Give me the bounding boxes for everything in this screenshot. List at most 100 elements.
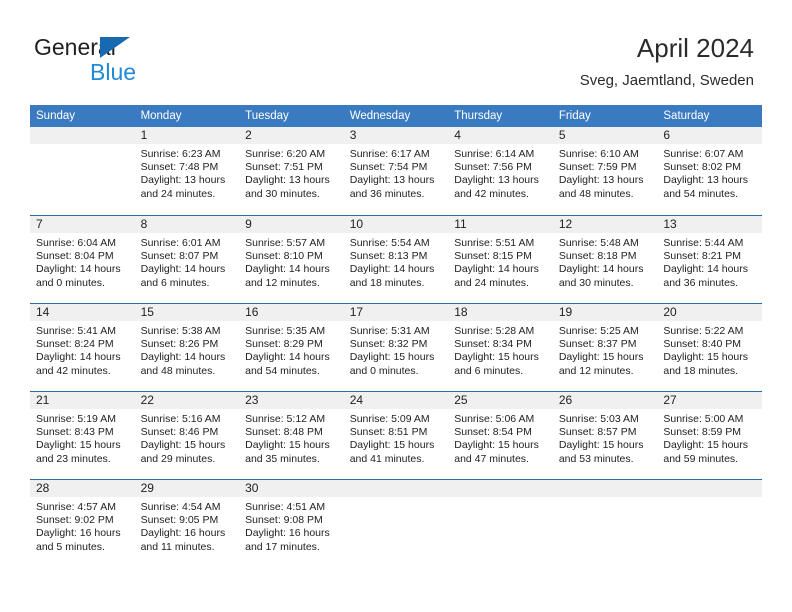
day-number: 22 [134,392,240,409]
calendar-day-cell[interactable]: 6 Sunrise: 6:07 AM Sunset: 8:02 PM Daylight… [657,127,762,215]
daylight-text: Daylight: 15 hours and 29 minutes. [140,439,226,465]
title-block: April 2024 Sveg, Jaemtland, Sweden [580,32,754,91]
daylight-text: Daylight: 15 hours and 18 minutes. [663,351,749,377]
calendar-day-cell[interactable]: 10 Sunrise: 5:54 AM Sunset: 8:13 PM Dayligh… [343,215,449,303]
day-cell-inner: 27 Sunrise: 5:00 AM Sunset: 8:59 PM Dayligh… [657,391,762,479]
calendar-day-cell[interactable]: 25 Sunrise: 5:06 AM Sunset: 8:54 PM Dayligh… [448,391,553,479]
day-details: Sunrise: 5:57 AM Sunset: 8:10 PM Daylight:… [239,233,344,290]
calendar-day-cell[interactable]: 1 Sunrise: 6:23 AM Sunset: 7:48 PM Daylight… [134,127,240,215]
day-details: Sunrise: 5:16 AM Sunset: 8:46 PM Daylight:… [135,409,240,466]
sunrise-text: Sunrise: 5:35 AM [245,325,326,337]
calendar-day-cell[interactable]: 28 Sunrise: 4:57 AM Sunset: 9:02 PM Dayligh… [30,479,135,567]
calendar-day-cell[interactable]: 16 Sunrise: 5:35 AM Sunset: 8:29 PM Dayligh… [239,303,344,391]
day-number: 16 [239,304,344,321]
calendar-day-cell[interactable]: 23 Sunrise: 5:12 AM Sunset: 8:48 PM Dayligh… [239,391,344,479]
daylight-text: Daylight: 15 hours and 59 minutes. [663,439,749,465]
day-number: 21 [30,392,135,409]
calendar-day-cell-empty [552,479,658,567]
sunset-text: Sunset: 8:32 PM [349,338,428,351]
calendar-day-cell[interactable]: 11 Sunrise: 5:51 AM Sunset: 8:15 PM Dayligh… [448,215,553,303]
day-number: 10 [343,216,449,233]
day-cell-inner: 3 Sunrise: 6:17 AM Sunset: 7:54 PM Daylight… [343,127,449,215]
sunset-text: Sunset: 8:10 PM [245,250,323,263]
daylight-text: Daylight: 16 hours and 5 minutes. [36,527,121,553]
daylight-text: Daylight: 14 hours and 48 minutes. [140,351,226,377]
day-cell-inner: 2 Sunrise: 6:20 AM Sunset: 7:51 PM Daylight… [239,127,344,215]
calendar-day-cell[interactable]: 8 Sunrise: 6:01 AM Sunset: 8:07 PM Daylight… [134,215,240,303]
calendar-day-cell[interactable]: 22 Sunrise: 5:16 AM Sunset: 8:46 PM Dayligh… [134,391,240,479]
daylight-text: Daylight: 13 hours and 36 minutes. [349,174,435,200]
sunrise-text: Sunrise: 4:54 AM [140,501,221,513]
day-cell-inner [448,479,553,567]
calendar-day-cell[interactable]: 13 Sunrise: 5:44 AM Sunset: 8:21 PM Dayligh… [657,215,762,303]
day-cell-inner: 17 Sunrise: 5:31 AM Sunset: 8:32 PM Dayligh… [343,303,449,391]
calendar-day-cell[interactable]: 12 Sunrise: 5:48 AM Sunset: 8:18 PM Dayligh… [552,215,658,303]
calendar-day-cell[interactable]: 2 Sunrise: 6:20 AM Sunset: 7:51 PM Daylight… [239,127,344,215]
day-cell-inner: 12 Sunrise: 5:48 AM Sunset: 8:18 PM Dayligh… [552,215,658,303]
weekday-header-sunday: Sunday [30,105,135,127]
calendar-day-cell[interactable]: 18 Sunrise: 5:28 AM Sunset: 8:34 PM Dayligh… [448,303,553,391]
day-number: 30 [239,480,344,497]
sunset-text: Sunset: 8:02 PM [663,161,742,174]
day-number: 3 [343,127,449,144]
calendar-day-cell[interactable]: 24 Sunrise: 5:09 AM Sunset: 8:51 PM Dayligh… [343,391,449,479]
sunrise-text: Sunrise: 6:20 AM [245,148,326,160]
day-details: Sunrise: 5:44 AM Sunset: 8:21 PM Daylight:… [657,233,762,290]
calendar-day-cell[interactable]: 4 Sunrise: 6:14 AM Sunset: 7:56 PM Daylight… [448,127,553,215]
calendar-day-cell[interactable]: 9 Sunrise: 5:57 AM Sunset: 8:10 PM Daylight… [239,215,344,303]
day-number: 2 [239,127,344,144]
day-cell-inner: 22 Sunrise: 5:16 AM Sunset: 8:46 PM Dayligh… [134,391,240,479]
generalblue-logo[interactable]: General Blue [34,34,214,86]
sunset-text: Sunset: 7:48 PM [140,161,219,174]
daylight-text: Daylight: 14 hours and 30 minutes. [558,263,644,289]
calendar-day-cell[interactable]: 26 Sunrise: 5:03 AM Sunset: 8:57 PM Dayligh… [552,391,658,479]
day-number: 28 [30,480,135,497]
calendar-day-cell[interactable]: 27 Sunrise: 5:00 AM Sunset: 8:59 PM Dayligh… [657,391,762,479]
calendar-day-cell[interactable]: 7 Sunrise: 6:04 AM Sunset: 8:04 PM Daylight… [30,215,135,303]
sunset-text: Sunset: 8:18 PM [558,250,637,263]
calendar-day-cell[interactable]: 3 Sunrise: 6:17 AM Sunset: 7:54 PM Daylight… [343,127,449,215]
day-cell-inner: 26 Sunrise: 5:03 AM Sunset: 8:57 PM Dayligh… [552,391,658,479]
day-details: Sunrise: 5:35 AM Sunset: 8:29 PM Daylight:… [239,321,344,378]
calendar-grid: Sunday Monday Tuesday Wednesday Thursday Frid… [30,105,762,567]
calendar-day-cell[interactable]: 21 Sunrise: 5:19 AM Sunset: 8:43 PM Dayligh… [30,391,135,479]
logo-top-row: General [34,34,214,60]
sunrise-text: Sunrise: 4:51 AM [245,501,326,513]
day-number: 23 [239,392,344,409]
sunset-text: Sunset: 8:48 PM [245,426,323,439]
calendar-day-cell[interactable]: 17 Sunrise: 5:31 AM Sunset: 8:32 PM Dayligh… [343,303,449,391]
day-cell-inner: 25 Sunrise: 5:06 AM Sunset: 8:54 PM Dayligh… [448,391,553,479]
sunset-text: Sunset: 9:05 PM [140,514,219,527]
sunset-text: Sunset: 7:54 PM [349,161,428,174]
calendar-day-cell[interactable]: 29 Sunrise: 4:54 AM Sunset: 9:05 PM Dayligh… [134,479,240,567]
sunset-text: Sunset: 8:04 PM [36,250,114,263]
sunset-text: Sunset: 9:02 PM [36,514,114,527]
sunset-text: Sunset: 8:46 PM [140,426,219,439]
day-cell-inner: 20 Sunrise: 5:22 AM Sunset: 8:40 PM Dayligh… [657,303,762,391]
day-details: Sunrise: 6:10 AM Sunset: 7:59 PM Daylight:… [553,144,658,201]
day-number: 13 [657,216,762,233]
day-number: 14 [30,304,135,321]
logo-blue-text: Blue [90,59,137,85]
daylight-text: Daylight: 14 hours and 36 minutes. [663,263,749,289]
daylight-text: Daylight: 14 hours and 0 minutes. [36,263,121,289]
calendar-day-cell[interactable]: 5 Sunrise: 6:10 AM Sunset: 7:59 PM Daylight… [552,127,658,215]
day-details: Sunrise: 5:12 AM Sunset: 8:48 PM Daylight:… [239,409,344,466]
calendar-day-cell[interactable]: 30 Sunrise: 4:51 AM Sunset: 9:08 PM Dayligh… [239,479,344,567]
sunset-text: Sunset: 7:51 PM [245,161,323,174]
sunset-text: Sunset: 8:51 PM [349,426,428,439]
daylight-text: Daylight: 15 hours and 0 minutes. [349,351,435,377]
day-cell-inner [30,127,135,215]
sunset-text: Sunset: 8:37 PM [558,338,637,351]
day-details: Sunrise: 6:20 AM Sunset: 7:51 PM Daylight:… [239,144,344,201]
calendar-week-row: 14 Sunrise: 5:41 AM Sunset: 8:24 PM Dayligh… [30,303,762,391]
daylight-text: Daylight: 15 hours and 35 minutes. [245,439,330,465]
calendar-day-cell[interactable]: 19 Sunrise: 5:25 AM Sunset: 8:37 PM Dayligh… [552,303,658,391]
day-number [552,480,658,497]
day-number: 18 [448,304,553,321]
calendar-day-cell[interactable]: 20 Sunrise: 5:22 AM Sunset: 8:40 PM Dayligh… [657,303,762,391]
sunrise-text: Sunrise: 5:54 AM [349,237,430,249]
calendar-day-cell[interactable]: 14 Sunrise: 5:41 AM Sunset: 8:24 PM Dayligh… [30,303,135,391]
day-number: 7 [30,216,135,233]
calendar-day-cell[interactable]: 15 Sunrise: 5:38 AM Sunset: 8:26 PM Dayligh… [134,303,240,391]
